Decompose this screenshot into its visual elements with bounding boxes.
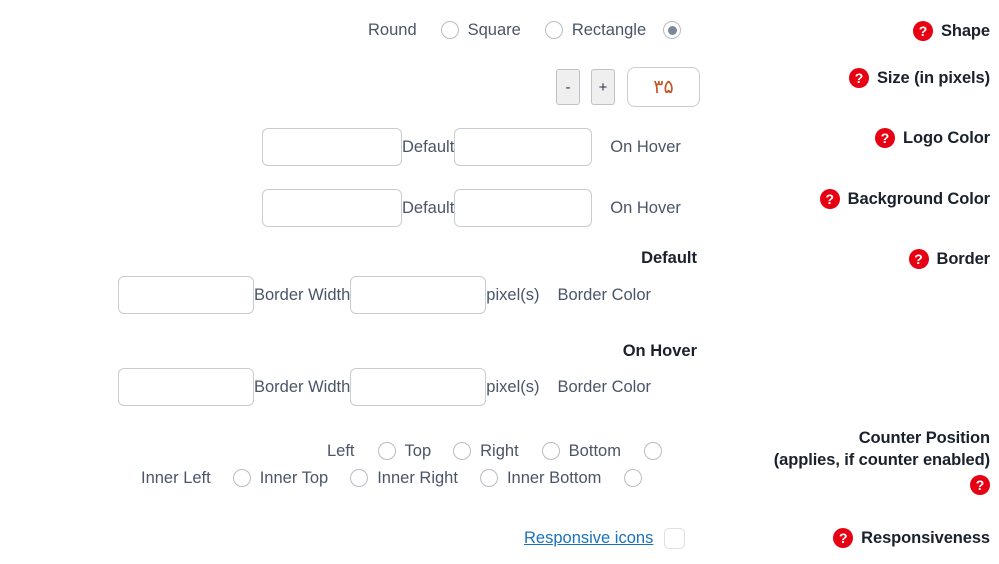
counter-position-label-line2: (applies, if counter enabled) — [773, 451, 990, 470]
counter-radio-right[interactable] — [453, 442, 472, 460]
border-hover-heading: On Hover — [622, 342, 697, 360]
logo-color-row: Default On Hover — [262, 128, 681, 166]
border-default-pixels-label: pixel(s) — [486, 285, 540, 304]
settings-form: Round Square Rectangle ? Shape - + ? Siz… — [0, 0, 999, 564]
counter-position-row-outer: Left Top Right Bottom — [327, 442, 662, 460]
shape-radio-rectangle[interactable] — [544, 21, 563, 39]
border-default-color-label: Border Color — [557, 285, 652, 304]
logo-color-help-icon[interactable]: ? — [875, 128, 896, 149]
size-help-icon[interactable]: ? — [848, 68, 869, 89]
border-label: Border — [936, 250, 991, 268]
counter-option-label-bottom: Bottom — [568, 441, 621, 460]
background-color-hover-label: On Hover — [610, 198, 681, 217]
logo-color-default-label: Default — [402, 137, 455, 156]
border-help-icon[interactable]: ? — [908, 249, 929, 270]
border-hover-row: Border Width pixel(s) Border Color — [118, 368, 651, 406]
border-hover-width-input[interactable] — [118, 368, 254, 406]
counter-option-label-inner-left: Inner Left — [141, 468, 211, 487]
responsiveness-label-group: ? Responsiveness — [833, 528, 990, 549]
size-label-group: ? Size (in pixels) — [848, 68, 990, 89]
responsive-icons-checkbox[interactable] — [664, 528, 686, 549]
counter-position-label-line1: Counter Position — [858, 429, 990, 447]
border-label-group: ? Border — [908, 249, 991, 270]
logo-color-label-group: ? Logo Color — [875, 128, 990, 149]
counter-option-label-top: Top — [404, 441, 432, 460]
border-hover-color-input[interactable] — [350, 368, 487, 406]
counter-radio-inner-top[interactable] — [232, 469, 251, 487]
shape-help-icon[interactable]: ? — [912, 21, 933, 42]
counter-option-label-inner-top: Inner Top — [259, 468, 329, 487]
background-color-label-group: ? Background Color — [819, 189, 990, 210]
responsiveness-label: Responsiveness — [861, 529, 990, 547]
counter-option-label-left: Left — [327, 441, 355, 460]
shape-options-row: Round Square Rectangle — [368, 20, 682, 39]
size-input[interactable] — [627, 67, 700, 107]
counter-radio-bottom[interactable] — [541, 442, 560, 460]
counter-radio-inner-right[interactable] — [350, 469, 369, 487]
counter-position-label-group: Counter Position (applies, if counter en… — [773, 428, 990, 496]
logo-color-hover-label: On Hover — [610, 137, 681, 156]
responsive-icons-link[interactable]: Responsive icons — [524, 529, 653, 548]
logo-color-default-input[interactable] — [262, 128, 402, 166]
background-color-help-icon[interactable]: ? — [819, 189, 840, 210]
shape-label-group: ? Shape — [912, 21, 990, 42]
size-label: Size (in pixels) — [876, 69, 990, 87]
shape-radio-round[interactable] — [663, 21, 682, 39]
responsiveness-help-icon[interactable]: ? — [833, 528, 854, 549]
border-hover-color-label: Border Color — [557, 377, 652, 396]
counter-option-label-inner-bottom: Inner Bottom — [506, 468, 602, 487]
size-decrement-button[interactable]: - — [556, 69, 580, 105]
counter-radio-top[interactable] — [377, 442, 396, 460]
border-default-row: Border Width pixel(s) Border Color — [118, 276, 651, 314]
shape-option-label-round: Round — [368, 20, 417, 39]
counter-position-row-inner: Inner Left Inner Top Inner Right Inner B… — [141, 468, 643, 487]
responsiveness-row: Responsive icons — [524, 528, 686, 549]
counter-option-label-inner-right: Inner Right — [377, 468, 458, 487]
background-color-row: Default On Hover — [262, 189, 681, 227]
background-color-label: Background Color — [847, 190, 990, 208]
shape-option-label-rectangle: Rectangle — [571, 20, 647, 39]
counter-radio-inner-bottom[interactable] — [479, 469, 498, 487]
border-default-width-label: Border Width — [254, 285, 351, 304]
counter-radio-left[interactable] — [643, 442, 662, 460]
border-default-width-input[interactable] — [118, 276, 254, 314]
background-color-hover-input[interactable] — [454, 189, 593, 227]
border-hover-width-label: Border Width — [254, 377, 351, 396]
logo-color-label: Logo Color — [903, 129, 990, 147]
logo-color-hover-input[interactable] — [454, 128, 593, 166]
border-default-heading: Default — [641, 249, 697, 267]
size-increment-button[interactable]: + — [591, 69, 615, 105]
shape-label: Shape — [940, 22, 990, 40]
counter-radio-inner-left[interactable] — [624, 469, 643, 487]
shape-option-label-square: Square — [467, 20, 521, 39]
background-color-default-input[interactable] — [262, 189, 402, 227]
background-color-default-label: Default — [402, 198, 455, 217]
shape-radio-square[interactable] — [440, 21, 459, 39]
size-stepper-row: - + — [556, 67, 700, 107]
border-default-color-input[interactable] — [350, 276, 487, 314]
counter-position-help-icon[interactable]: ? — [970, 475, 990, 496]
counter-option-label-right: Right — [480, 441, 519, 460]
border-hover-pixels-label: pixel(s) — [486, 377, 540, 396]
